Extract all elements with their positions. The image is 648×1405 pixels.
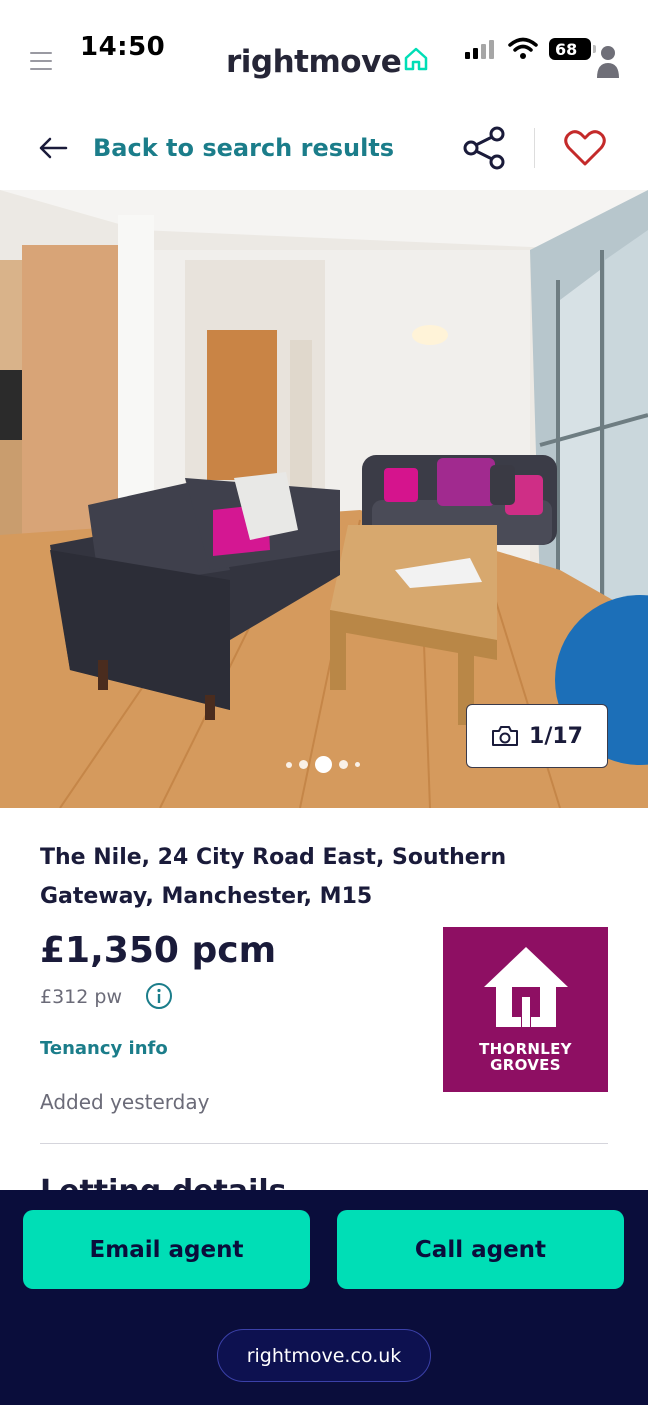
- info-icon[interactable]: [145, 982, 173, 1010]
- agent-house-icon: [483, 947, 568, 1027]
- rightmove-logo[interactable]: rightmove: [226, 44, 429, 80]
- property-address: The Nile, 24 City Road East, Southern Ga…: [40, 845, 507, 909]
- camera-icon: [492, 726, 519, 746]
- nav-divider: [534, 128, 535, 168]
- menu-icon[interactable]: [30, 52, 52, 70]
- battery-indicator: 68: [549, 38, 596, 60]
- agent-logo[interactable]: THORNLEY GROVES: [443, 927, 608, 1092]
- agent-name-line1: THORNLEY: [479, 1040, 572, 1058]
- nav-row: Back to search results: [0, 110, 648, 188]
- added-date: Added yesterday: [40, 1090, 210, 1114]
- property-photo[interactable]: 1/17: [0, 190, 648, 808]
- bottom-action-bar: Email agent Call agent rightmove.co.uk: [0, 1190, 648, 1405]
- avatar-icon[interactable]: [596, 44, 620, 80]
- tenancy-info-link[interactable]: Tenancy info: [40, 1038, 168, 1059]
- price-pcm: £1,350 pcm: [40, 930, 277, 971]
- back-to-search-link[interactable]: Back to search results: [93, 134, 394, 162]
- call-agent-button[interactable]: Call agent: [337, 1210, 624, 1289]
- status-time: 14:50: [80, 32, 166, 62]
- logo-text: rightmove: [226, 44, 402, 80]
- price-pw: £312 pw: [40, 986, 122, 1008]
- house-logo-icon: [405, 47, 428, 71]
- wifi-icon: [508, 37, 538, 59]
- photo-counter-text: 1/17: [529, 723, 583, 749]
- share-icon[interactable]: [462, 126, 508, 170]
- agent-name-line2: GROVES: [490, 1056, 561, 1074]
- section-divider: [40, 1143, 608, 1144]
- photo-count-button[interactable]: 1/17: [466, 704, 608, 768]
- email-agent-button[interactable]: Email agent: [23, 1210, 310, 1289]
- status-bar: 14:50 rightmove 68: [0, 0, 648, 100]
- carousel-dots[interactable]: [286, 756, 360, 773]
- battery-level: 68: [555, 39, 578, 59]
- browser-url-pill[interactable]: rightmove.co.uk: [217, 1329, 431, 1382]
- signal-icon: [465, 40, 494, 59]
- back-arrow-icon[interactable]: [38, 136, 68, 160]
- heart-icon[interactable]: [563, 128, 607, 168]
